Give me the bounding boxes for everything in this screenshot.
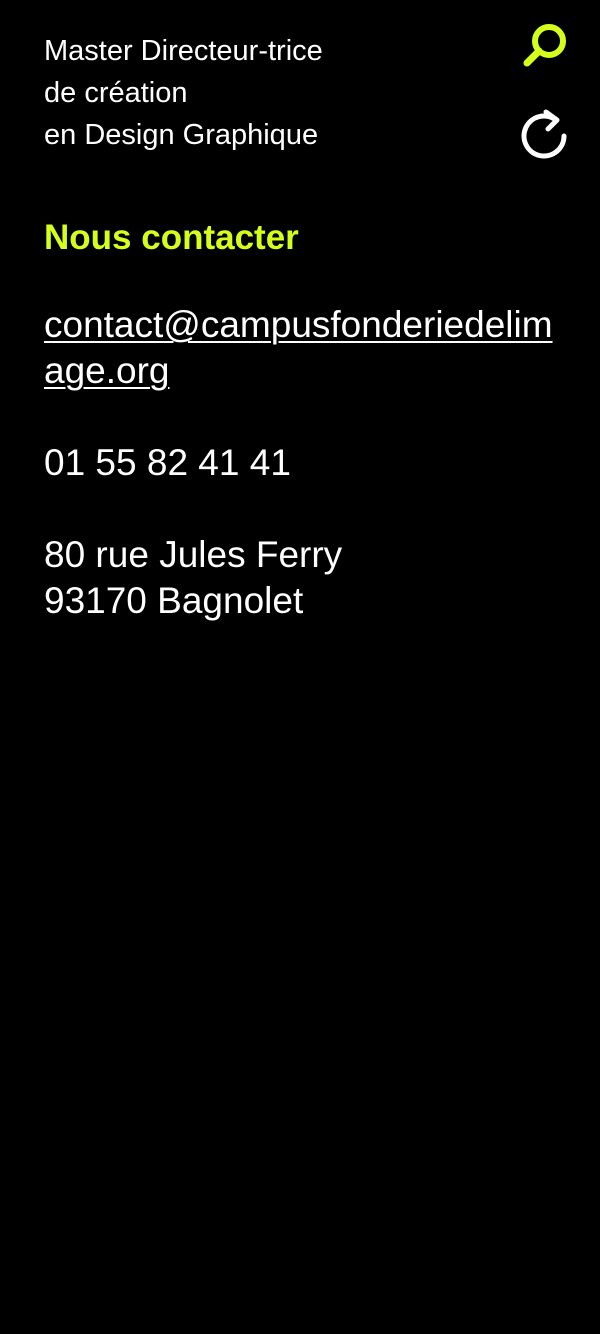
contact-section: Nous contacter contact@campusfonderiedel… bbox=[44, 212, 564, 624]
search-icon bbox=[523, 24, 566, 67]
postal-address: 80 rue Jules Ferry 93170 Bagnolet bbox=[44, 532, 564, 624]
site-title-line-1: Master Directeur-trice bbox=[44, 35, 323, 67]
contact-heading: Nous contacter bbox=[44, 218, 299, 257]
refresh-icon bbox=[521, 109, 567, 159]
search-button[interactable] bbox=[519, 20, 571, 72]
site-title[interactable]: Master Directeur-trice de création en De… bbox=[44, 30, 464, 156]
phone-link[interactable]: 01 55 82 41 41 bbox=[44, 440, 564, 486]
address-street: 80 rue Jules Ferry bbox=[44, 534, 343, 575]
address-city: 93170 Bagnolet bbox=[44, 580, 304, 621]
email-link[interactable]: contact@campusfonderiedelimage.org bbox=[44, 302, 554, 394]
site-title-line-2: de création bbox=[44, 77, 188, 109]
refresh-button[interactable] bbox=[514, 104, 574, 164]
site-title-line-3: en Design Graphique bbox=[44, 119, 319, 151]
